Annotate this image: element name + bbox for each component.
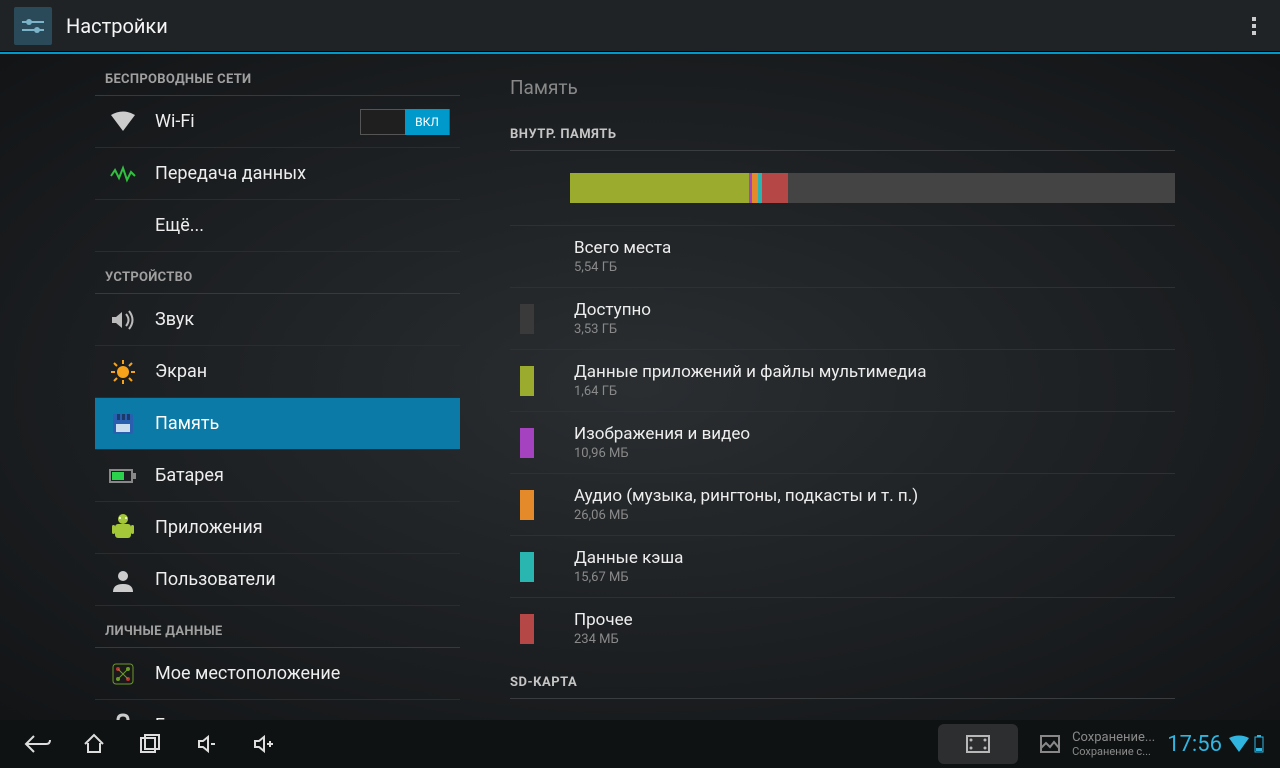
storage-icon xyxy=(105,406,141,442)
sidebar-item-label: Пользователи xyxy=(155,569,450,590)
status-clock[interactable]: 17:56 xyxy=(1167,732,1222,757)
sidebar-item-label: Звук xyxy=(155,309,450,330)
display-icon xyxy=(105,354,141,390)
color-swatch xyxy=(520,304,534,334)
storage-row-title: Аудио (музыка, рингтоны, подкасты и т. п… xyxy=(574,486,918,506)
storage-row-title: Всего места xyxy=(574,238,671,258)
storage-row[interactable]: Всего места 5,54 ГБ xyxy=(510,225,1175,287)
storage-row-value: 26,06 МБ xyxy=(574,508,918,523)
storage-segment xyxy=(762,173,787,203)
none-icon xyxy=(105,208,141,244)
image-icon xyxy=(1038,732,1062,756)
storage-row[interactable]: Изображения и видео 10,96 МБ xyxy=(510,411,1175,473)
internal-storage-header: ВНУТР. ПАМЯТЬ xyxy=(510,117,1175,151)
wifi-status-icon xyxy=(1228,735,1250,753)
color-swatch xyxy=(520,366,534,396)
sound-icon xyxy=(105,302,141,338)
notification-area[interactable]: Сохранение... Сохранение с... xyxy=(1038,730,1155,759)
notification-text: Сохранение... Сохранение с... xyxy=(1072,730,1155,759)
location-icon xyxy=(105,656,141,692)
sidebar-item-label: Приложения xyxy=(155,517,450,538)
volume-down-button[interactable] xyxy=(178,720,234,768)
data-icon xyxy=(105,156,141,192)
recent-apps-button[interactable] xyxy=(122,720,178,768)
sidebar-item-label: Мое местоположение xyxy=(155,663,450,684)
battery-status-icon xyxy=(1254,735,1264,753)
storage-row-title: Данные приложений и файлы мультимедиа xyxy=(574,362,926,382)
sidebar-item-мое-местоположение[interactable]: Мое местоположение xyxy=(95,648,460,700)
detail-pane: Память ВНУТР. ПАМЯТЬ Всего места 5,54 ГБ Д… xyxy=(460,54,1280,720)
storage-row[interactable]: Прочее 234 МБ xyxy=(510,597,1175,659)
storage-row-value: 10,96 МБ xyxy=(574,446,750,461)
sidebar-item-label: Батарея xyxy=(155,465,450,486)
sidebar-section-header: Личные данные xyxy=(95,606,460,648)
sidebar-item-label: Экран xyxy=(155,361,450,382)
color-swatch xyxy=(520,242,534,272)
color-swatch xyxy=(520,614,534,644)
sidebar-item-приложения[interactable]: Приложения xyxy=(95,502,460,554)
storage-row-value: 15,67 МБ xyxy=(574,570,683,585)
main-content: Беспроводные сетиWi-FiВКЛПередача данных… xyxy=(0,54,1280,720)
apps-icon xyxy=(105,510,141,546)
sidebar-item-label: Память xyxy=(155,413,450,434)
color-swatch xyxy=(520,428,534,458)
back-button[interactable] xyxy=(10,720,66,768)
sd-card-header: SD-КАРТА xyxy=(510,665,1175,699)
sidebar-item-передача-данных[interactable]: Передача данных xyxy=(95,148,460,200)
wifi-icon xyxy=(105,104,141,140)
storage-row[interactable]: Данные приложений и файлы мультимедиа 1,6… xyxy=(510,349,1175,411)
overflow-menu-button[interactable] xyxy=(1242,14,1266,38)
users-icon xyxy=(105,562,141,598)
sidebar-item-ещ-[interactable]: Ещё... xyxy=(95,200,460,252)
storage-row[interactable]: Доступно 3,53 ГБ xyxy=(510,287,1175,349)
storage-row-title: Прочее xyxy=(574,610,633,630)
settings-sidebar: Беспроводные сетиWi-FiВКЛПередача данных… xyxy=(0,54,460,720)
detail-title: Память xyxy=(510,54,1175,117)
storage-row-title: Данные кэша xyxy=(574,548,683,568)
storage-usage-bar xyxy=(570,173,1175,203)
sidebar-item-пользователи[interactable]: Пользователи xyxy=(95,554,460,606)
storage-row[interactable]: Аудио (музыка, рингтоны, подкасты и т. п… xyxy=(510,473,1175,535)
sidebar-item-батарея[interactable]: Батарея xyxy=(95,450,460,502)
sidebar-item-label: Ещё... xyxy=(155,215,450,236)
sidebar-item-label: Передача данных xyxy=(155,163,450,184)
screenshot-button[interactable] xyxy=(938,724,1018,764)
storage-row-value: 5,54 ГБ xyxy=(574,260,671,275)
sidebar-section-header: Устройство xyxy=(95,252,460,294)
settings-app-icon xyxy=(14,7,52,45)
battery-icon xyxy=(105,458,141,494)
storage-row-title: Доступно xyxy=(574,300,651,320)
color-swatch xyxy=(520,490,534,520)
storage-row-value: 3,53 ГБ xyxy=(574,322,651,337)
storage-row-title: Изображения и видео xyxy=(574,424,750,444)
page-title: Настройки xyxy=(66,14,1242,38)
storage-row[interactable]: Данные кэша 15,67 МБ xyxy=(510,535,1175,597)
sidebar-section-header: Беспроводные сети xyxy=(95,54,460,96)
sidebar-item-звук[interactable]: Звук xyxy=(95,294,460,346)
storage-row-value: 1,64 ГБ xyxy=(574,384,926,399)
home-button[interactable] xyxy=(66,720,122,768)
storage-segment xyxy=(570,173,749,203)
storage-row-value: 234 МБ xyxy=(574,632,633,647)
color-swatch xyxy=(520,552,534,582)
volume-up-button[interactable] xyxy=(234,720,290,768)
security-icon xyxy=(105,708,141,721)
sidebar-item-экран[interactable]: Экран xyxy=(95,346,460,398)
sidebar-item-label: Wi-Fi xyxy=(155,111,360,132)
sidebar-item-wi-fi[interactable]: Wi-FiВКЛ xyxy=(95,96,460,148)
sidebar-item-безопасность[interactable]: Безопасность xyxy=(95,700,460,720)
wifi-toggle[interactable]: ВКЛ xyxy=(360,109,450,135)
sidebar-item-память[interactable]: Память xyxy=(95,398,460,450)
action-bar: Настройки xyxy=(0,0,1280,52)
navigation-bar: Сохранение... Сохранение с... 17:56 xyxy=(0,720,1280,768)
